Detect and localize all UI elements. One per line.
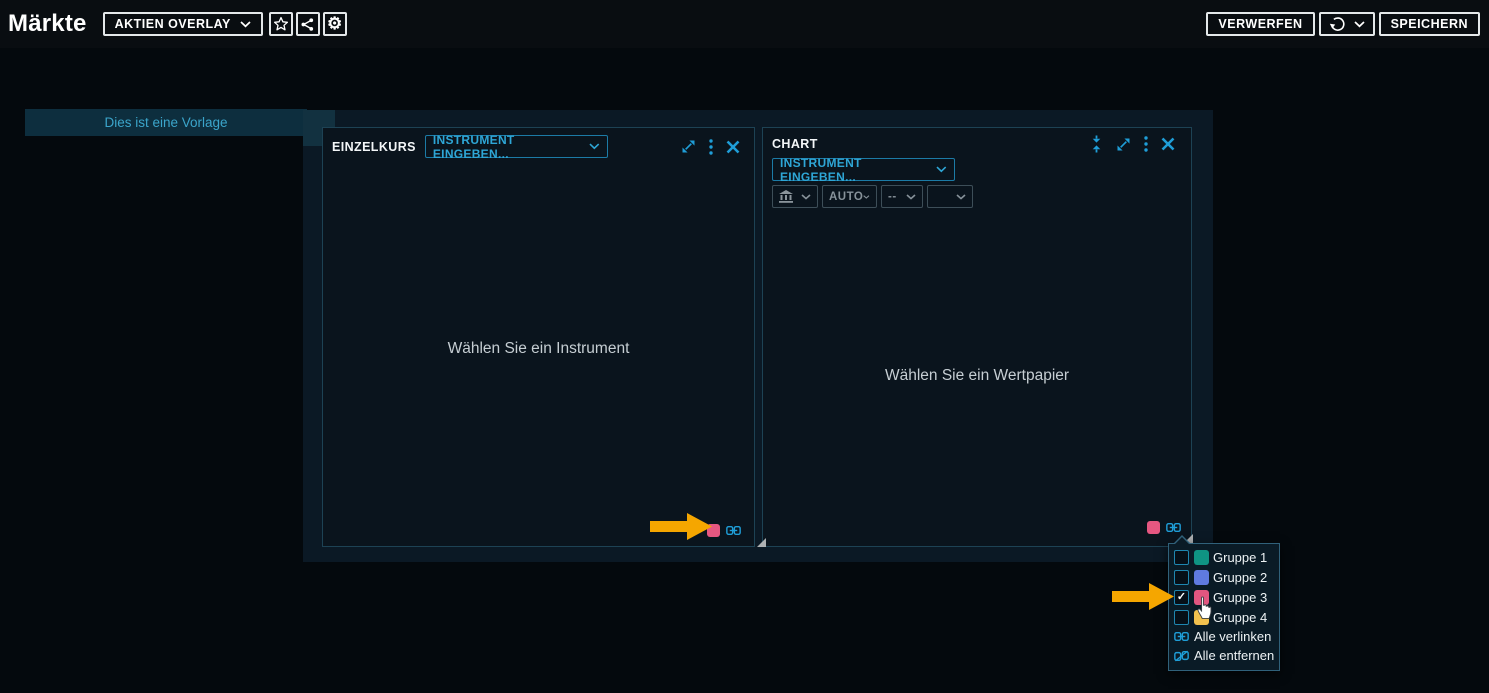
einzelkurs-instrument-select[interactable]: INSTRUMENT EINGEBEN... bbox=[425, 135, 608, 158]
chart-interval-select[interactable]: AUTO bbox=[822, 185, 877, 208]
group-color-square bbox=[1147, 521, 1160, 534]
group-row-3[interactable]: ✓ Gruppe 3 bbox=[1169, 587, 1279, 607]
save-button[interactable]: SPEICHERN bbox=[1379, 12, 1480, 36]
chart-panel-header: CHART bbox=[763, 128, 1191, 156]
einzelkurs-resize-handle[interactable] bbox=[757, 538, 766, 547]
einzelkurs-empty-message: Wählen Sie ein Instrument bbox=[323, 340, 754, 358]
chart-exchange-select[interactable] bbox=[772, 185, 818, 208]
history-dropdown-button[interactable] bbox=[1319, 12, 1375, 36]
group-color-square bbox=[707, 524, 720, 537]
link-group-icon[interactable] bbox=[1166, 522, 1181, 533]
chart-interval-value: AUTO bbox=[829, 191, 863, 203]
group-3-checkbox[interactable]: ✓ bbox=[1174, 590, 1189, 605]
chevron-down-icon bbox=[589, 143, 600, 150]
group-1-color-swatch bbox=[1194, 550, 1209, 565]
annotation-arrow bbox=[1112, 581, 1175, 617]
share-button[interactable] bbox=[296, 12, 320, 36]
expand-panel-icon[interactable] bbox=[681, 139, 696, 154]
history-icon bbox=[1329, 16, 1346, 33]
chart-instrument-select[interactable]: INSTRUMENT EINGEBEN... bbox=[772, 158, 955, 181]
chart-panel: CHART INSTRUMENT EINGEBEN... bbox=[762, 127, 1192, 547]
chevron-down-icon bbox=[1354, 21, 1365, 28]
expand-panel-icon[interactable] bbox=[1116, 137, 1131, 152]
chevron-down-icon bbox=[863, 194, 870, 200]
page-title: Märkte bbox=[8, 10, 87, 38]
group-1-checkbox[interactable]: ✓ bbox=[1174, 550, 1189, 565]
link-group-icon[interactable] bbox=[726, 525, 741, 536]
chart-group-indicator[interactable] bbox=[1147, 521, 1181, 534]
einzelkurs-panel-header: EINZELKURS INSTRUMENT EINGEBEN... bbox=[323, 128, 754, 161]
einzelkurs-instrument-placeholder: INSTRUMENT EINGEBEN... bbox=[433, 133, 589, 161]
chevron-down-icon bbox=[906, 194, 916, 200]
chart-field-value: -- bbox=[888, 191, 897, 203]
close-panel-icon[interactable] bbox=[1161, 137, 1175, 151]
collapse-panel-icon[interactable] bbox=[1090, 135, 1103, 153]
group-3-label: Gruppe 3 bbox=[1213, 590, 1267, 605]
chevron-down-icon bbox=[956, 194, 966, 200]
chart-panel-title: CHART bbox=[772, 137, 818, 151]
unlink-icon bbox=[1174, 650, 1189, 662]
chart-style-select[interactable] bbox=[927, 185, 973, 208]
template-tab[interactable]: Dies ist eine Vorlage bbox=[25, 109, 307, 136]
share-icon bbox=[300, 17, 315, 32]
chevron-down-icon bbox=[801, 194, 811, 200]
einzelkurs-panel: EINZELKURS INSTRUMENT EINGEBEN... Wählen… bbox=[322, 127, 755, 547]
group-link-popup: ✓ Gruppe 1 ✓ Gruppe 2 ✓ Gruppe 3 ✓ Grupp… bbox=[1168, 543, 1280, 671]
group-2-checkbox[interactable]: ✓ bbox=[1174, 570, 1189, 585]
group-row-2[interactable]: ✓ Gruppe 2 bbox=[1169, 567, 1279, 587]
chart-empty-message: Wählen Sie ein Wertpapier bbox=[763, 367, 1191, 385]
chart-instrument-placeholder: INSTRUMENT EINGEBEN... bbox=[780, 156, 936, 184]
group-row-1[interactable]: ✓ Gruppe 1 bbox=[1169, 547, 1279, 567]
chart-field-select[interactable]: -- bbox=[881, 185, 923, 208]
settings-button[interactable]: ⚙ bbox=[323, 12, 347, 36]
close-panel-icon[interactable] bbox=[726, 140, 740, 154]
discard-button[interactable]: VERWERFEN bbox=[1206, 12, 1314, 36]
unlink-all-label: Alle entfernen bbox=[1194, 648, 1274, 663]
chevron-down-icon bbox=[240, 21, 251, 28]
group-2-label: Gruppe 2 bbox=[1213, 570, 1267, 585]
group-1-label: Gruppe 1 bbox=[1213, 550, 1267, 565]
group-2-color-swatch bbox=[1194, 570, 1209, 585]
group-4-color-swatch bbox=[1194, 610, 1209, 625]
save-button-label: SPEICHERN bbox=[1391, 17, 1468, 31]
panel-menu-kebab-icon[interactable] bbox=[709, 139, 713, 155]
unlink-all-action[interactable]: Alle entfernen bbox=[1169, 646, 1279, 665]
star-icon bbox=[273, 16, 289, 32]
group-3-color-swatch bbox=[1194, 590, 1209, 605]
link-icon bbox=[1174, 631, 1189, 642]
chevron-down-icon bbox=[936, 166, 947, 173]
template-tab-label: Dies ist eine Vorlage bbox=[104, 115, 227, 130]
discard-button-label: VERWERFEN bbox=[1218, 17, 1302, 31]
group-4-label: Gruppe 4 bbox=[1213, 610, 1267, 625]
link-all-action[interactable]: Alle verlinken bbox=[1169, 627, 1279, 646]
group-row-4[interactable]: ✓ Gruppe 4 bbox=[1169, 607, 1279, 627]
checkmark-icon: ✓ bbox=[1177, 592, 1186, 603]
layout-overlay-dropdown[interactable]: AKTIEN OVERLAY bbox=[103, 12, 263, 36]
link-all-label: Alle verlinken bbox=[1194, 629, 1271, 644]
panel-menu-kebab-icon[interactable] bbox=[1144, 136, 1148, 152]
bank-icon bbox=[779, 190, 793, 203]
favorite-button[interactable] bbox=[269, 12, 293, 36]
einzelkurs-panel-title: EINZELKURS bbox=[332, 140, 416, 154]
top-toolbar: Märkte AKTIEN OVERLAY ⚙ VERWERFEN SPEICH… bbox=[0, 0, 1489, 48]
group-4-checkbox[interactable]: ✓ bbox=[1174, 610, 1189, 625]
einzelkurs-group-indicator[interactable] bbox=[707, 524, 741, 537]
gear-icon: ⚙ bbox=[327, 15, 343, 32]
layout-overlay-label: AKTIEN OVERLAY bbox=[115, 17, 231, 31]
